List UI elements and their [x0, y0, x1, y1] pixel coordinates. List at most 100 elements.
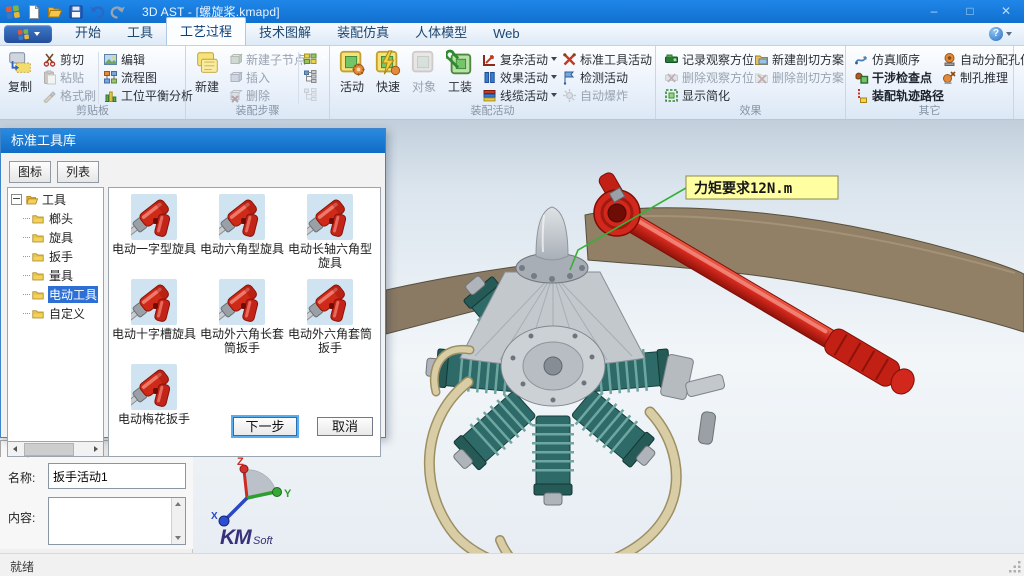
annotation-text: 力矩要求12N.m: [694, 180, 792, 197]
tree-item[interactable]: 扳手: [22, 247, 103, 266]
open-folder-icon: [25, 194, 39, 206]
new-document-icon[interactable]: [26, 4, 42, 20]
new-child-node-button[interactable]: 新建子节点: [228, 50, 306, 68]
scroll-up-icon[interactable]: [172, 498, 184, 510]
tree-view-button[interactable]: [303, 67, 321, 85]
tool-item[interactable]: 电动长轴六角型旋具: [286, 191, 374, 270]
new-node-icon: [228, 52, 243, 67]
cable-activity-icon: [482, 88, 497, 103]
new-section-button[interactable]: 新建剖切方案: [754, 50, 844, 68]
auto-hole-button[interactable]: 自动分配孔位: [942, 50, 1024, 68]
tree-horizontal-scrollbar[interactable]: [7, 442, 104, 457]
electric-screwdriver-icon: [131, 279, 177, 325]
auto-hole-icon: [942, 52, 957, 67]
tab-tools[interactable]: 工具: [114, 19, 166, 45]
standard-tool-activity-button[interactable]: 标准工具活动: [562, 50, 652, 68]
tree-root[interactable]: 工具: [8, 188, 103, 209]
undo-icon[interactable]: [89, 4, 105, 20]
tree-item[interactable]: 量具: [22, 266, 103, 285]
electric-screwdriver-icon: [131, 364, 177, 410]
scroll-left-icon[interactable]: [8, 443, 22, 456]
cancel-button[interactable]: 取消: [317, 417, 373, 436]
tab-technical-illustration[interactable]: 技术图解: [246, 19, 324, 45]
tab-assembly-simulation[interactable]: 装配仿真: [324, 19, 402, 45]
simulation-order-button[interactable]: 仿真顺序: [854, 50, 920, 68]
resize-grip[interactable]: [1009, 561, 1022, 574]
object-button[interactable]: 对象: [406, 48, 442, 95]
tree-item[interactable]: 电动工具: [22, 285, 103, 304]
tooling-button[interactable]: 工装: [442, 48, 478, 95]
tab-web[interactable]: Web: [480, 23, 533, 45]
tool-item[interactable]: 电动外六角长套筒扳手: [198, 276, 286, 355]
content-textarea[interactable]: [48, 497, 186, 545]
help-button[interactable]: ?: [989, 27, 1012, 41]
scrollbar-thumb[interactable]: [24, 443, 74, 456]
simplify-icon: [664, 88, 679, 103]
group-label-activities: 装配活动: [330, 102, 655, 118]
minimize-button[interactable]: –: [916, 0, 952, 23]
cut-button[interactable]: 剪切: [42, 50, 84, 68]
scroll-down-icon[interactable]: [172, 532, 184, 544]
tool-item[interactable]: 电动十字槽旋具: [110, 276, 198, 355]
hole-reasoning-button[interactable]: 制孔推理: [942, 68, 1008, 86]
tab-process[interactable]: 工艺过程: [166, 17, 246, 45]
tab-human-model[interactable]: 人体模型: [402, 19, 480, 45]
application-menu-button[interactable]: [4, 25, 52, 43]
tree-item[interactable]: 榔头: [22, 209, 103, 228]
detect-activity-icon: [562, 70, 577, 85]
interference-icon: [854, 70, 869, 85]
tool-item[interactable]: 电动六角型旋具: [198, 191, 286, 270]
name-input[interactable]: [48, 463, 186, 489]
trajectory-path-icon: [854, 88, 869, 103]
folder-icon: [31, 308, 45, 320]
delete-view-button[interactable]: 删除观察方位: [664, 68, 754, 86]
activity-button[interactable]: 活动: [334, 48, 370, 95]
vertical-scrollbar[interactable]: [171, 498, 185, 544]
paste-button[interactable]: 粘贴: [42, 68, 84, 86]
tree-root-label: 工具: [42, 191, 66, 208]
save-icon[interactable]: [68, 4, 84, 20]
tool-category-tree: 工具 榔头 旋具 扳手 量具 电动工具 自定义: [7, 187, 104, 442]
open-file-icon[interactable]: [47, 4, 63, 20]
tree-view-alt-button[interactable]: [303, 85, 321, 103]
redo-icon[interactable]: [110, 4, 126, 20]
folder-icon: [31, 289, 45, 301]
auto-explode-icon: [562, 88, 577, 103]
flowchart-button[interactable]: 流程图: [103, 68, 157, 86]
insert-button[interactable]: 插入: [228, 68, 270, 86]
next-button[interactable]: 下一步: [233, 417, 297, 436]
tool-item[interactable]: 电动外六角套筒扳手: [286, 276, 374, 355]
km-soft-logo: KM Soft: [220, 526, 274, 549]
new-icon: [193, 49, 221, 77]
chevron-down-icon: [1006, 32, 1012, 36]
scroll-right-icon[interactable]: [89, 443, 103, 456]
tab-start[interactable]: 开始: [62, 19, 114, 45]
close-button[interactable]: ✕: [988, 0, 1024, 23]
delete-section-button[interactable]: 删除剖切方案: [754, 68, 844, 86]
complex-activity-button[interactable]: 复杂活动: [482, 50, 557, 68]
tree-item[interactable]: 旋具: [22, 228, 103, 247]
copy-button[interactable]: 复制: [2, 48, 38, 95]
interference-check-button[interactable]: 干涉检查点: [854, 68, 932, 86]
collapse-icon[interactable]: [11, 194, 22, 205]
chevron-down-icon: [551, 93, 557, 97]
activity-icon: [338, 49, 366, 77]
quick-activity-button[interactable]: 快速: [370, 48, 406, 95]
quick-activity-icon: [374, 49, 402, 77]
maximize-button[interactable]: □: [952, 0, 988, 23]
tree-item[interactable]: 自定义: [22, 304, 103, 323]
tool-item[interactable]: 电动梅花扳手: [110, 361, 198, 426]
icon-view-button[interactable]: 图标: [9, 161, 51, 183]
list-view-button[interactable]: 列表: [57, 161, 99, 183]
detect-activity-button[interactable]: 检测活动: [562, 68, 628, 86]
new-step-button[interactable]: 新建: [189, 48, 225, 95]
record-view-button[interactable]: 记录观察方位: [664, 50, 754, 68]
folder-icon: [31, 213, 45, 225]
coordinate-triad: Z Y X: [211, 456, 292, 526]
ribbon-group-steps: 新建 新建子节点 插入 删除 装配步骤: [186, 46, 330, 119]
structure-view-button[interactable]: [303, 49, 327, 67]
scissors-icon: [42, 52, 57, 67]
tool-item[interactable]: 电动一字型旋具: [110, 191, 198, 270]
effect-activity-button[interactable]: 效果活动: [482, 68, 557, 86]
edit-button[interactable]: 编辑: [103, 50, 145, 68]
